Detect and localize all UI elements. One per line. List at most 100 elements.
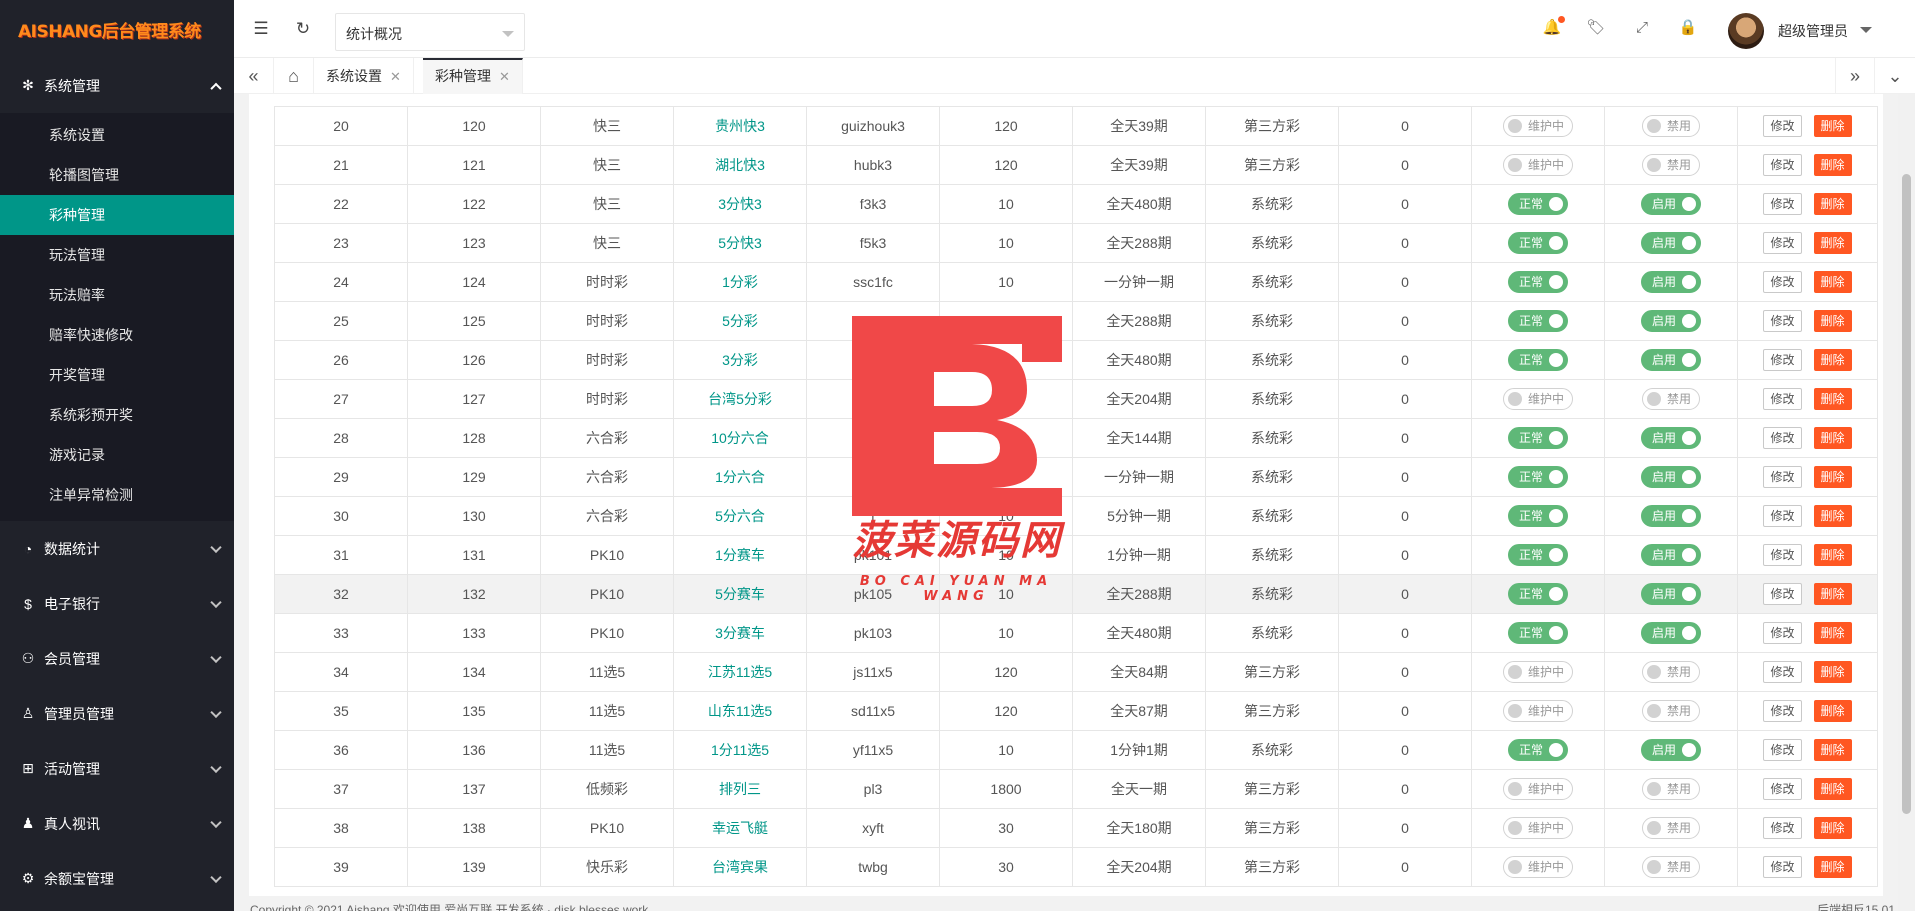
- edit-button[interactable]: 修改: [1763, 154, 1802, 176]
- tabs-scroll-left-icon[interactable]: «: [234, 58, 274, 94]
- nav-group-admins[interactable]: ♙ 管理员管理: [0, 686, 234, 741]
- edit-button[interactable]: 修改: [1763, 388, 1802, 410]
- edit-button[interactable]: 修改: [1763, 856, 1802, 878]
- status-switch[interactable]: 维护中: [1502, 661, 1573, 683]
- edit-button[interactable]: 修改: [1763, 583, 1802, 605]
- lottery-name-link[interactable]: 湖北快3: [715, 157, 765, 173]
- tabs-scroll-right-icon[interactable]: »: [1835, 58, 1875, 94]
- lottery-name-link[interactable]: 1分赛车: [715, 547, 765, 563]
- tab-system-settings[interactable]: 系统设置 ✕: [314, 58, 414, 94]
- sidebar-item-draw-management[interactable]: 开奖管理: [0, 355, 234, 395]
- enable-switch[interactable]: 启用: [1640, 739, 1701, 761]
- lottery-name-link[interactable]: 1分11选5: [711, 742, 769, 758]
- edit-button[interactable]: 修改: [1763, 661, 1802, 683]
- enable-switch[interactable]: 禁用: [1641, 856, 1700, 878]
- nav-group-activities[interactable]: ⊞ 活动管理: [0, 741, 234, 796]
- edit-button[interactable]: 修改: [1763, 622, 1802, 644]
- status-switch[interactable]: 正常: [1507, 193, 1568, 215]
- status-switch[interactable]: 维护中: [1502, 154, 1573, 176]
- tag-icon[interactable]: 🏷: [1586, 18, 1606, 38]
- nav-group-members[interactable]: ⚇ 会员管理: [0, 631, 234, 686]
- sidebar-item-lottery-types[interactable]: 彩种管理: [0, 195, 234, 235]
- status-switch[interactable]: 维护中: [1502, 817, 1573, 839]
- delete-button[interactable]: 删除: [1813, 661, 1852, 683]
- nav-group-system[interactable]: ✻ 系统管理: [0, 58, 234, 113]
- vertical-scrollbar[interactable]: [1898, 94, 1915, 911]
- enable-switch[interactable]: 启用: [1640, 544, 1701, 566]
- lottery-name-link[interactable]: 5分六合: [715, 508, 765, 524]
- lottery-name-link[interactable]: 5分快3: [718, 235, 762, 251]
- lottery-name-link[interactable]: 1分六合: [715, 469, 765, 485]
- lottery-name-link[interactable]: 3分赛车: [715, 625, 765, 641]
- lottery-name-link[interactable]: 1分彩: [722, 274, 758, 290]
- enable-switch[interactable]: 启用: [1640, 271, 1701, 293]
- delete-button[interactable]: 删除: [1813, 466, 1852, 488]
- enable-switch[interactable]: 启用: [1640, 505, 1701, 527]
- status-switch[interactable]: 维护中: [1502, 700, 1573, 722]
- delete-button[interactable]: 删除: [1813, 115, 1852, 137]
- delete-button[interactable]: 删除: [1813, 700, 1852, 722]
- nav-group-live-video[interactable]: ♟ 真人视讯: [0, 796, 234, 851]
- avatar[interactable]: [1728, 13, 1764, 49]
- enable-switch[interactable]: 禁用: [1641, 661, 1700, 683]
- enable-switch[interactable]: 禁用: [1641, 154, 1700, 176]
- delete-button[interactable]: 删除: [1813, 232, 1852, 254]
- sidebar-item-bet-anomaly[interactable]: 注单异常检测: [0, 475, 234, 515]
- edit-button[interactable]: 修改: [1763, 349, 1802, 371]
- sidebar-item-odds[interactable]: 玩法赔率: [0, 275, 234, 315]
- nav-group-yuebao[interactable]: ⚙ 余额宝管理: [0, 851, 234, 906]
- lottery-name-link[interactable]: 台湾宾果: [712, 859, 768, 875]
- lottery-name-link[interactable]: 5分彩: [722, 313, 758, 329]
- enable-switch[interactable]: 启用: [1640, 466, 1701, 488]
- caret-down-icon[interactable]: [1860, 27, 1872, 33]
- delete-button[interactable]: 删除: [1813, 154, 1852, 176]
- status-switch[interactable]: 正常: [1507, 310, 1568, 332]
- lottery-name-link[interactable]: 山东11选5: [708, 703, 772, 719]
- enable-switch[interactable]: 启用: [1640, 622, 1701, 644]
- enable-switch[interactable]: 禁用: [1641, 700, 1700, 722]
- enable-switch[interactable]: 启用: [1640, 349, 1701, 371]
- status-switch[interactable]: 维护中: [1502, 388, 1573, 410]
- bell-icon[interactable]: 🔔: [1542, 16, 1565, 38]
- sidebar-item-game-records[interactable]: 游戏记录: [0, 435, 234, 475]
- lottery-name-link[interactable]: 3分快3: [718, 196, 762, 212]
- sidebar-item-system-settings[interactable]: 系统设置: [0, 115, 234, 155]
- sidebar-item-quick-odds[interactable]: 赔率快速修改: [0, 315, 234, 355]
- sidebar-item-banner[interactable]: 轮播图管理: [0, 155, 234, 195]
- lottery-name-link[interactable]: 10分六合: [711, 430, 769, 446]
- nav-group-ebank[interactable]: $ 电子银行: [0, 576, 234, 631]
- status-switch[interactable]: 维护中: [1502, 115, 1573, 137]
- enable-switch[interactable]: 禁用: [1641, 817, 1700, 839]
- app-logo[interactable]: AISHANG后台管理系统: [0, 0, 234, 58]
- delete-button[interactable]: 删除: [1813, 388, 1852, 410]
- delete-button[interactable]: 删除: [1813, 193, 1852, 215]
- close-icon[interactable]: ✕: [499, 69, 510, 84]
- sidebar-item-pre-draw[interactable]: 系统彩预开奖: [0, 395, 234, 435]
- edit-button[interactable]: 修改: [1763, 271, 1802, 293]
- status-switch[interactable]: 正常: [1507, 544, 1568, 566]
- lottery-name-link[interactable]: 排列三: [719, 781, 761, 797]
- refresh-icon[interactable]: ↻: [294, 20, 312, 38]
- delete-button[interactable]: 删除: [1813, 583, 1852, 605]
- delete-button[interactable]: 删除: [1813, 427, 1852, 449]
- sidebar-item-play-methods[interactable]: 玩法管理: [0, 235, 234, 275]
- status-switch[interactable]: 正常: [1507, 349, 1568, 371]
- status-switch[interactable]: 正常: [1507, 232, 1568, 254]
- edit-button[interactable]: 修改: [1763, 505, 1802, 527]
- delete-button[interactable]: 删除: [1813, 271, 1852, 293]
- enable-switch[interactable]: 启用: [1640, 232, 1701, 254]
- status-switch[interactable]: 正常: [1507, 271, 1568, 293]
- lottery-name-link[interactable]: 贵州快3: [715, 118, 765, 134]
- enable-switch[interactable]: 启用: [1640, 193, 1701, 215]
- nav-group-statistics[interactable]: ◔ 数据统计: [0, 521, 234, 576]
- lottery-name-link[interactable]: 江苏11选5: [708, 664, 772, 680]
- edit-button[interactable]: 修改: [1763, 466, 1802, 488]
- status-switch[interactable]: 维护中: [1502, 778, 1573, 800]
- delete-button[interactable]: 删除: [1813, 739, 1852, 761]
- page-select[interactable]: 统计概况: [335, 13, 525, 51]
- fullscreen-icon[interactable]: ⤢: [1632, 18, 1652, 38]
- edit-button[interactable]: 修改: [1763, 739, 1802, 761]
- delete-button[interactable]: 删除: [1813, 622, 1852, 644]
- edit-button[interactable]: 修改: [1763, 427, 1802, 449]
- edit-button[interactable]: 修改: [1763, 115, 1802, 137]
